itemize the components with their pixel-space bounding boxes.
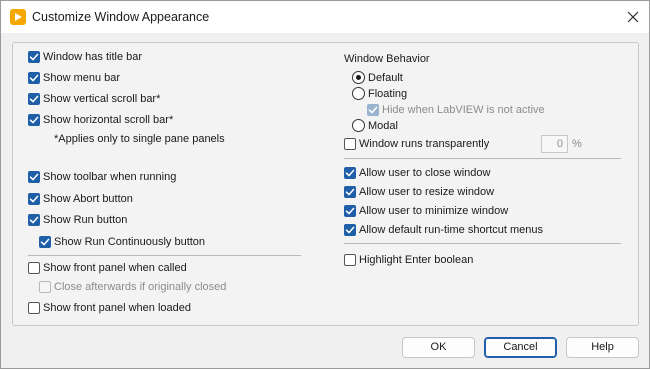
radio-dot: [352, 119, 365, 132]
checkbox-label: Show Run button: [43, 214, 128, 226]
labview-app-icon: [10, 9, 26, 25]
checkbox-box: [344, 167, 356, 179]
show-horizontal-scroll-bar-checkbox[interactable]: Show horizontal scroll bar*: [28, 114, 173, 126]
checkmark-icon: [29, 173, 39, 181]
checkbox-box: [39, 281, 51, 293]
allow-minimize-checkbox[interactable]: Allow user to minimize window: [344, 205, 508, 217]
close-icon[interactable]: [622, 6, 644, 28]
checkbox-box: [39, 236, 51, 248]
show-abort-button-checkbox[interactable]: Show Abort button: [28, 193, 133, 205]
dialog-title: Customize Window Appearance: [32, 10, 210, 24]
behavior-floating-radio[interactable]: Floating: [352, 87, 407, 100]
checkbox-box: [344, 254, 356, 266]
checkbox-box: [28, 114, 40, 126]
show-run-button-checkbox[interactable]: Show Run button: [28, 214, 127, 226]
checkbox-label: Show menu bar: [43, 72, 121, 84]
ok-button[interactable]: OK: [402, 337, 475, 358]
checkbox-label: Allow user to resize window: [359, 186, 495, 198]
checkbox-label: Show toolbar when running: [43, 171, 177, 183]
checkmark-icon: [29, 74, 39, 82]
checkbox-box: [344, 138, 356, 150]
left-divider: [28, 255, 301, 256]
checkmark-icon: [29, 195, 39, 203]
checkmark-icon: [345, 169, 355, 177]
allow-close-checkbox[interactable]: Allow user to close window: [344, 167, 490, 179]
hide-when-not-active-checkbox[interactable]: Hide when LabVIEW is not active: [367, 104, 545, 116]
window-behavior-heading: Window Behavior: [344, 53, 430, 65]
show-run-continuously-button-checkbox[interactable]: Show Run Continuously button: [39, 236, 205, 248]
dialog-window: Customize Window Appearance Window has t…: [0, 0, 650, 369]
behavior-default-radio[interactable]: Default: [352, 71, 403, 84]
checkbox-label: Highlight Enter boolean: [359, 254, 474, 266]
radio-dot: [352, 87, 365, 100]
allow-shortcut-menus-checkbox[interactable]: Allow default run-time shortcut menus: [344, 224, 543, 236]
highlight-enter-boolean-checkbox[interactable]: Highlight Enter boolean: [344, 254, 473, 266]
checkbox-label: Allow user to close window: [359, 167, 491, 179]
checkbox-box: [344, 224, 356, 236]
checkmark-icon: [29, 216, 39, 224]
checkmark-icon: [29, 53, 39, 61]
checkmark-icon: [29, 116, 39, 124]
checkbox-label: Show Abort button: [43, 193, 133, 205]
transparency-percent-input[interactable]: 0: [541, 135, 568, 153]
right-divider-bottom: [344, 243, 621, 244]
checkbox-label: Allow default run-time shortcut menus: [359, 224, 544, 236]
allow-resize-checkbox[interactable]: Allow user to resize window: [344, 186, 494, 198]
checkbox-box: [28, 93, 40, 105]
checkbox-label: Show front panel when called: [43, 262, 187, 274]
checkbox-box: [28, 193, 40, 205]
radio-dot: [352, 71, 365, 84]
checkbox-box: [367, 104, 379, 116]
help-button[interactable]: Help: [566, 337, 639, 358]
checkbox-box: [28, 262, 40, 274]
checkbox-label: Show vertical scroll bar*: [43, 93, 161, 105]
show-toolbar-when-running-checkbox[interactable]: Show toolbar when running: [28, 171, 176, 183]
checkbox-label: Close afterwards if originally closed: [54, 281, 227, 293]
checkmark-icon: [345, 188, 355, 196]
window-runs-transparently-checkbox[interactable]: Window runs transparently: [344, 138, 489, 150]
checkbox-label: Show Run Continuously button: [54, 236, 206, 248]
radio-label: Default: [368, 71, 403, 84]
show-front-panel-when-loaded-checkbox[interactable]: Show front panel when loaded: [28, 302, 191, 314]
scroll-bar-note: *Applies only to single pane panels: [54, 133, 225, 145]
title-bar: Customize Window Appearance: [1, 1, 649, 33]
cancel-button[interactable]: Cancel: [484, 337, 557, 358]
checkmark-icon: [345, 226, 355, 234]
checkmark-icon: [40, 238, 50, 246]
checkbox-box: [28, 171, 40, 183]
checkmark-icon: [29, 95, 39, 103]
window-has-title-bar-checkbox[interactable]: Window has title bar: [28, 51, 142, 63]
checkbox-box: [344, 205, 356, 217]
checkbox-box: [28, 51, 40, 63]
checkbox-label: Allow user to minimize window: [359, 205, 509, 217]
checkbox-label: Window runs transparently: [359, 138, 490, 150]
checkbox-label: Show front panel when loaded: [43, 302, 191, 314]
behavior-modal-radio[interactable]: Modal: [352, 119, 398, 132]
radio-label: Modal: [368, 119, 398, 132]
show-vertical-scroll-bar-checkbox[interactable]: Show vertical scroll bar*: [28, 93, 160, 105]
close-afterwards-checkbox[interactable]: Close afterwards if originally closed: [39, 281, 226, 293]
radio-label: Floating: [368, 87, 408, 100]
show-front-panel-when-called-checkbox[interactable]: Show front panel when called: [28, 262, 187, 274]
checkmark-icon: [345, 207, 355, 215]
checkbox-label: Hide when LabVIEW is not active: [382, 104, 545, 116]
checkbox-box: [28, 302, 40, 314]
show-menu-bar-checkbox[interactable]: Show menu bar: [28, 72, 120, 84]
checkbox-box: [28, 214, 40, 226]
transparency-unit: %: [572, 138, 582, 150]
right-divider-top: [344, 158, 621, 159]
checkbox-label: Show horizontal scroll bar*: [43, 114, 174, 126]
checkmark-icon: [368, 106, 378, 114]
checkbox-box: [28, 72, 40, 84]
checkbox-label: Window has title bar: [43, 51, 143, 63]
checkbox-box: [344, 186, 356, 198]
